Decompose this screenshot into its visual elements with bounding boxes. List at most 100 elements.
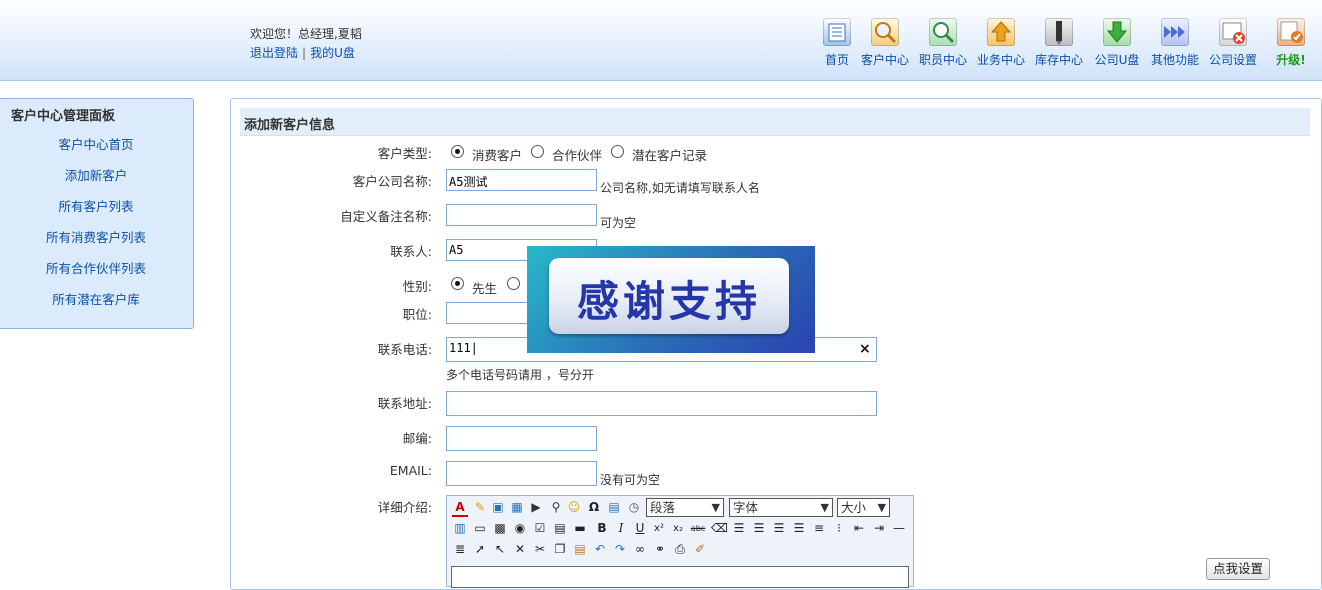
sidebar-item-potential-customers[interactable]: 所有潜在客户库 — [0, 289, 193, 308]
horizontal-rule-icon[interactable]: — — [891, 521, 907, 536]
nav-inventory-center[interactable]: 库存中心 — [1030, 18, 1088, 68]
nav-business-center[interactable]: 业务中心 — [972, 18, 1030, 68]
phone-clear-icon[interactable]: × — [859, 341, 871, 357]
gender-radio-male[interactable] — [451, 277, 464, 290]
arrows-right-icon — [1161, 18, 1189, 46]
select-pointer-icon[interactable]: ↖ — [492, 542, 508, 557]
alias-hint: 可为空 — [600, 216, 637, 230]
textarea-icon[interactable]: ▩ — [492, 521, 508, 536]
sidebar-item-all-customers[interactable]: 所有客户列表 — [0, 196, 193, 215]
nav-staff-center[interactable]: 职员中心 — [914, 18, 972, 68]
emoticon-icon[interactable]: ☺ — [566, 500, 582, 515]
customer-type-label: 客户类型: — [377, 146, 432, 161]
my-disk-link[interactable]: 我的U盘 — [310, 46, 355, 60]
font-select[interactable]: 字体 ▼ — [729, 498, 833, 517]
checkbox-field-icon[interactable]: ☑ — [532, 521, 548, 536]
upload-arrow-icon — [987, 18, 1015, 46]
line-height-icon[interactable]: ≣ — [452, 542, 468, 557]
time-icon[interactable]: ◷ — [626, 500, 642, 515]
image-icon[interactable]: ▣ — [490, 500, 506, 515]
align-right-icon[interactable]: ☰ — [771, 521, 787, 536]
button-field-icon[interactable]: ▬ — [572, 521, 588, 536]
home-list-icon — [823, 18, 851, 46]
redo-icon[interactable]: ↷ — [612, 542, 628, 557]
media-icon[interactable]: ▶ — [528, 500, 544, 515]
outdent-icon[interactable]: ⇤ — [851, 521, 867, 536]
sidebar-item-partners[interactable]: 所有合作伙伴列表 — [0, 258, 193, 277]
select-field-icon[interactable]: ▤ — [552, 521, 568, 536]
radio-field-icon[interactable]: ◉ — [512, 521, 528, 536]
copy-icon[interactable]: ❐ — [552, 542, 568, 557]
editor-content-area[interactable] — [451, 566, 909, 588]
size-select[interactable]: 大小 ▼ — [837, 498, 890, 517]
thanks-banner: 感谢支持 — [527, 246, 815, 353]
highlight-icon[interactable]: ✎ — [472, 500, 488, 515]
bold-icon[interactable]: B — [594, 521, 610, 536]
find-icon[interactable]: ⚲ — [548, 500, 564, 515]
font-color-icon[interactable]: A — [452, 500, 468, 517]
subscript-icon[interactable]: x₂ — [670, 521, 686, 536]
upgrade-icon — [1277, 18, 1305, 46]
form-title: 添加新客户信息 — [244, 118, 336, 133]
font-select-value: 字体 — [733, 500, 759, 515]
ordered-list-icon[interactable]: ≡ — [811, 521, 827, 536]
address-input[interactable] — [446, 391, 877, 416]
nav-company-disk[interactable]: 公司U盘 — [1088, 18, 1146, 68]
nav-upgrade[interactable]: 升级! — [1262, 18, 1320, 68]
link-icon[interactable]: ∞ — [632, 542, 648, 557]
sidebar-item-consumer-customers[interactable]: 所有消费客户列表 — [0, 227, 193, 246]
chevron-down-icon: ▼ — [711, 501, 720, 514]
email-input[interactable] — [446, 461, 597, 486]
print-icon[interactable]: ⎙ — [672, 542, 688, 557]
top-header: 欢迎您！总经理,夏韬 退出登陆 | 我的U盘 首页 客户中心 职员中心 业务中心 库… — [0, 0, 1322, 81]
type-radio-partner[interactable] — [531, 145, 544, 158]
banner-plate: 感谢支持 — [549, 258, 789, 334]
nav-label: 业务中心 — [976, 53, 1025, 67]
company-hint: 公司名称,如无请填写联系人名 — [600, 181, 760, 195]
type-radio-potential[interactable] — [611, 145, 624, 158]
cut-icon[interactable]: ✂ — [532, 542, 548, 557]
paragraph-select[interactable]: 段落 ▼ — [646, 498, 724, 517]
special-char-icon[interactable]: Ω — [586, 500, 602, 515]
date-icon[interactable]: ▤ — [606, 500, 622, 515]
rich-text-editor: A ✎ ▣ ▦ ▶ ⚲ ☺ Ω ▤ ◷ 段落 ▼ 字体 ▼ 大小 ▼ ▥ ▭ ▩ ◉ … — [446, 495, 914, 588]
nav-other-functions[interactable]: 其他功能 — [1146, 18, 1204, 68]
size-select-value: 大小 — [841, 500, 867, 515]
gender-radio-female[interactable] — [507, 277, 520, 290]
zip-input[interactable] — [446, 426, 597, 451]
contact-label: 联系人: — [390, 244, 432, 259]
sidebar-item-customer-home[interactable]: 客户中心首页 — [0, 134, 193, 153]
delete-icon[interactable]: ✕ — [512, 542, 528, 557]
table-icon[interactable]: ▦ — [509, 500, 525, 515]
unlink-icon[interactable]: ⚭ — [652, 542, 668, 557]
align-justify-icon[interactable]: ☰ — [791, 521, 807, 536]
logout-link[interactable]: 退出登陆 — [250, 46, 298, 60]
clean-brush-icon[interactable]: ✐ — [692, 542, 708, 557]
gender-label: 性别: — [402, 279, 432, 294]
align-center-icon[interactable]: ☰ — [751, 521, 767, 536]
paste-icon[interactable]: ▤ — [572, 542, 588, 557]
alias-input[interactable] — [446, 204, 597, 226]
window-close-icon — [1219, 18, 1247, 46]
eraser-icon[interactable]: ⌫ — [711, 521, 728, 536]
italic-icon[interactable]: I — [613, 521, 629, 536]
nav-label: 库存中心 — [1034, 53, 1083, 67]
sidebar-item-add-customer[interactable]: 添加新客户 — [0, 165, 193, 184]
superscript-icon[interactable]: x² — [651, 521, 667, 536]
underline-icon[interactable]: U — [632, 521, 648, 536]
link-separator: | — [302, 46, 307, 60]
unordered-list-icon[interactable]: ⁝ — [831, 521, 847, 536]
type-radio-consumer[interactable] — [451, 145, 464, 158]
indent-icon[interactable]: ⇥ — [871, 521, 887, 536]
paste-word-icon[interactable]: ▥ — [452, 521, 468, 536]
type-potential-label: 潜在客户记录 — [632, 148, 708, 163]
chevron-down-icon: ▼ — [877, 501, 886, 514]
form-field-icon[interactable]: ▭ — [472, 521, 488, 536]
undo-icon[interactable]: ↶ — [592, 542, 608, 557]
company-name-input[interactable]: A5测试 — [446, 169, 597, 191]
cursor-add-icon[interactable]: ➚ — [472, 542, 488, 557]
nav-company-settings[interactable]: 公司设置 — [1204, 18, 1262, 68]
nav-customer-center[interactable]: 客户中心 — [856, 18, 914, 68]
strikethrough-icon[interactable]: abc — [690, 521, 706, 536]
align-left-icon[interactable]: ☰ — [731, 521, 747, 536]
